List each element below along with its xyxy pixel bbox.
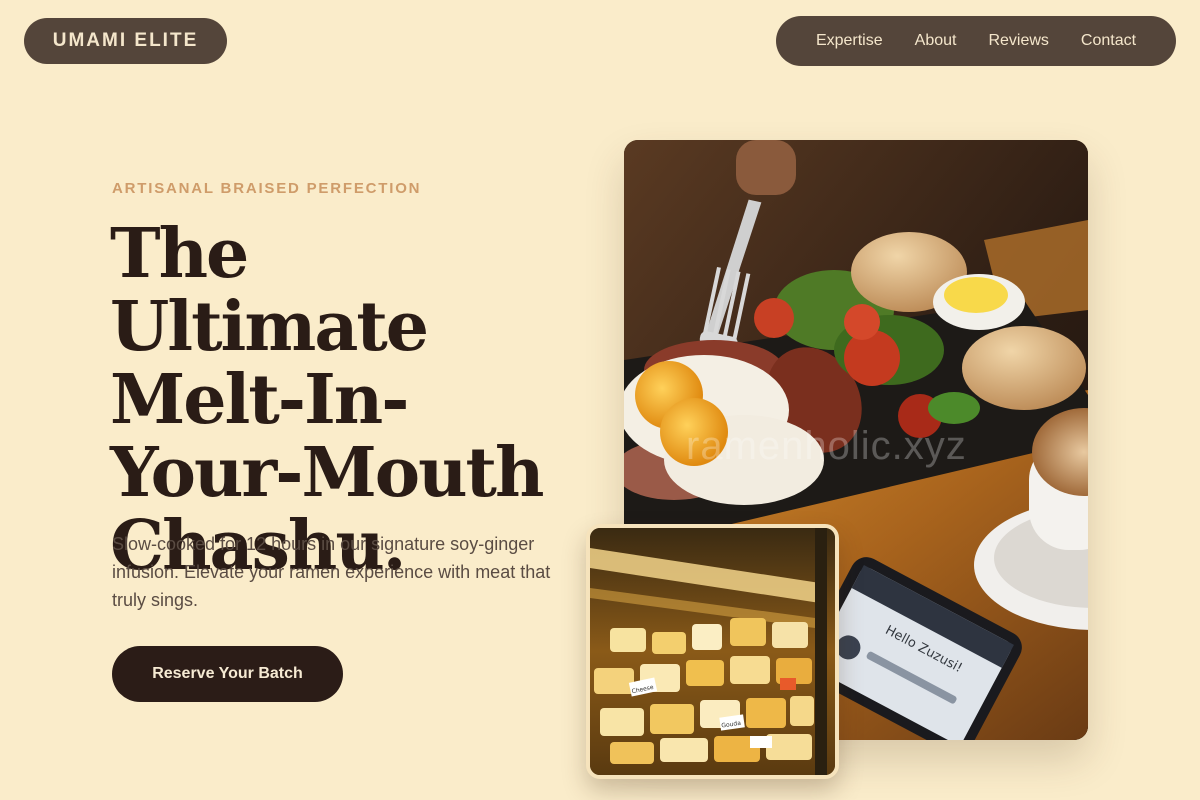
headline-line: Melt-In- [110, 360, 409, 440]
nav-link-reviews[interactable]: Reviews [988, 32, 1048, 50]
brand-name: UMAMI ELITE [52, 30, 199, 51]
headline-line: The Ultimate [110, 214, 429, 367]
nav-link-expertise[interactable]: Expertise [816, 32, 883, 50]
landing-page: UMAMI ELITE Expertise About Reviews Cont… [0, 0, 1200, 800]
hero-eyebrow: ARTISANAL BRAISED PERFECTION [112, 180, 422, 197]
main-nav: Expertise About Reviews Contact [776, 16, 1176, 66]
cheese-display-photo: Cheese Gouda [586, 524, 839, 779]
headline-line: Your-Mouth [110, 433, 544, 513]
brand-logo[interactable]: UMAMI ELITE [24, 18, 227, 64]
hero-description: Slow-cooked for 12 hours in our signatur… [112, 534, 551, 610]
nav-link-about[interactable]: About [915, 32, 957, 50]
hero-headline: The Ultimate Melt-In- Your-Mouth Chashu. [110, 218, 580, 583]
reserve-batch-button[interactable]: Reserve Your Batch [112, 646, 343, 702]
watermark-text: ramenholic.xyz [686, 424, 967, 468]
nav-link-contact[interactable]: Contact [1081, 32, 1136, 50]
cheese-display-illustration: Cheese Gouda [590, 528, 835, 775]
